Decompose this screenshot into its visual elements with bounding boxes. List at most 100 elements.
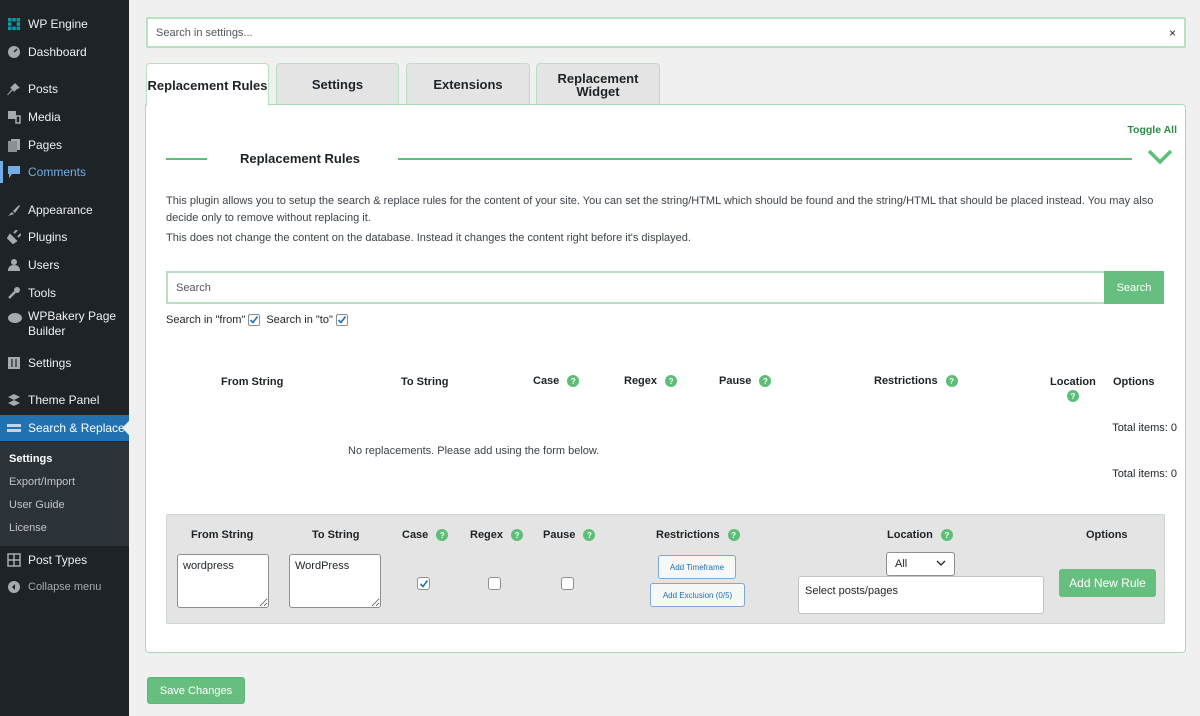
tab-settings[interactable]: Settings (276, 63, 399, 105)
help-icon[interactable]: ? (940, 529, 953, 541)
add-exclusion-button[interactable]: Add Exclusion (0/5) (650, 583, 745, 607)
sidebar-item-pages[interactable]: Pages (0, 132, 129, 158)
settings-search-input[interactable] (148, 19, 1148, 46)
sidebar-item-wpbakery[interactable]: WPBakery Page Builder (0, 309, 129, 345)
clear-search-icon[interactable]: × (1169, 26, 1176, 40)
sidebar-item-post-types[interactable]: Post Types (0, 547, 129, 573)
tab-replacement-rules[interactable]: Replacement Rules (146, 63, 269, 106)
save-changes-button[interactable]: Save Changes (147, 677, 245, 704)
sidebar-item-search-replace[interactable]: Search & Replace (0, 415, 129, 441)
search-in-to-label: Search in "to" (266, 314, 333, 326)
sidebar-label: Posts (28, 82, 59, 96)
column-header: Case? (533, 375, 580, 387)
sidebar-label: Pages (28, 138, 63, 152)
search-replace-submenu: Settings Export/Import User Guide Licens… (0, 442, 129, 546)
column-label: Case (533, 375, 560, 387)
tab-extensions[interactable]: Extensions (406, 63, 530, 105)
from-string-input[interactable]: wordpress (177, 554, 269, 608)
column-header: Restrictions? (874, 375, 958, 387)
sidebar-item-settings[interactable]: Settings (0, 350, 129, 376)
sidebar-item-comments[interactable]: Comments (0, 159, 129, 185)
help-icon[interactable]: ? (511, 529, 524, 541)
empty-message: No replacements. Please add using the fo… (348, 445, 600, 457)
search-in-from-checkbox[interactable] (248, 314, 261, 326)
location-select[interactable]: All (886, 552, 955, 576)
column-header: Options (1113, 376, 1155, 388)
sidebar-item-theme-panel[interactable]: Theme Panel (0, 387, 129, 413)
chevron-down-icon (936, 558, 946, 571)
form-header: Location? (887, 529, 953, 541)
collapse-icon (7, 580, 21, 594)
column-label: Location (1050, 376, 1096, 388)
brush-icon (7, 203, 21, 217)
replacement-rules-panel: Toggle All Replacement Rules This plugin… (145, 104, 1186, 653)
rule-search: Search (166, 271, 1164, 304)
submenu-license[interactable]: License (9, 522, 47, 534)
form-header-label: Pause (543, 529, 576, 541)
pin-icon (7, 82, 21, 96)
collapse-menu-button[interactable]: Collapse menu (0, 574, 129, 600)
sidebar-item-dashboard[interactable]: Dashboard (0, 39, 129, 65)
location-selected: All (895, 558, 908, 570)
chevron-down-icon[interactable] (1147, 149, 1173, 170)
current-indicator (122, 421, 129, 435)
column-header: Pause? (719, 375, 772, 387)
form-header-label: Regex (470, 529, 504, 541)
sidebar-label: Users (28, 258, 60, 272)
case-checkbox[interactable] (417, 577, 430, 590)
sidebar-label: Theme Panel (28, 393, 100, 407)
help-icon[interactable]: ? (945, 375, 958, 387)
sidebar-label: WPBakery Page (28, 309, 117, 323)
submenu-user-guide[interactable]: User Guide (9, 499, 65, 511)
sidebar-item-users[interactable]: Users (0, 252, 129, 278)
wrench-icon (7, 286, 21, 300)
sidebar-label: Collapse menu (28, 581, 102, 593)
search-in-to-checkbox[interactable] (335, 314, 348, 326)
sidebar-item-appearance[interactable]: Appearance (0, 197, 129, 223)
sidebar-label: Media (28, 110, 61, 124)
column-label: Regex (624, 375, 658, 387)
search-button[interactable]: Search (1104, 271, 1164, 304)
sidebar-item-plugins[interactable]: Plugins (0, 224, 129, 250)
help-icon[interactable]: ? (583, 529, 596, 541)
grid-icon (7, 553, 21, 567)
add-rule-form: From String To String Case? Regex? Pause… (166, 514, 1165, 624)
media-icon (7, 110, 21, 124)
admin-sidebar: WP Engine Dashboard Posts Media Pages Co… (0, 0, 129, 716)
regex-checkbox[interactable] (488, 577, 501, 590)
submenu-export-import[interactable]: Export/Import (9, 476, 75, 488)
rule-search-input[interactable] (168, 273, 1098, 302)
form-header-label: Location (887, 529, 933, 541)
help-icon[interactable]: ? (759, 375, 772, 387)
sidebar-item-tools[interactable]: Tools (0, 280, 129, 306)
submenu-settings[interactable]: Settings (9, 453, 52, 465)
sidebar-label: Tools (28, 286, 57, 300)
sidebar-item-posts[interactable]: Posts (0, 76, 129, 102)
column-label: Restrictions (874, 375, 938, 387)
sidebar-item-media[interactable]: Media (0, 104, 129, 130)
posts-pages-select[interactable]: Select posts/pages (798, 576, 1044, 614)
toggle-all-link[interactable]: Toggle All (1127, 124, 1177, 136)
help-icon[interactable]: ? (436, 529, 449, 541)
tab-replacement-widget[interactable]: Replacement Widget (536, 63, 660, 105)
sidebar-label: Post Types (28, 553, 88, 567)
search-replace-icon (7, 421, 21, 435)
form-header: Options (1086, 529, 1128, 541)
help-icon[interactable]: ? (665, 375, 678, 387)
add-timeframe-button[interactable]: Add Timeframe (658, 555, 736, 579)
help-icon[interactable]: ? (727, 529, 740, 541)
to-string-input[interactable]: WordPress (289, 554, 381, 608)
help-icon[interactable]: ? (1066, 390, 1079, 402)
add-new-rule-button[interactable]: Add New Rule (1059, 569, 1156, 597)
main-content: × Replacement Rules Settings Extensions … (129, 0, 1200, 716)
sidebar-label: Comments (28, 165, 87, 179)
form-header-label: Case (402, 529, 429, 541)
column-header: Regex? (624, 375, 678, 387)
form-header: Restrictions? (656, 529, 740, 541)
column-header: Location? (1050, 376, 1096, 402)
comment-icon (7, 165, 21, 179)
sidebar-item-wp-engine[interactable]: WP Engine (0, 11, 129, 37)
column-header: To String (401, 376, 449, 388)
help-icon[interactable]: ? (567, 375, 580, 387)
pause-checkbox[interactable] (561, 577, 574, 590)
